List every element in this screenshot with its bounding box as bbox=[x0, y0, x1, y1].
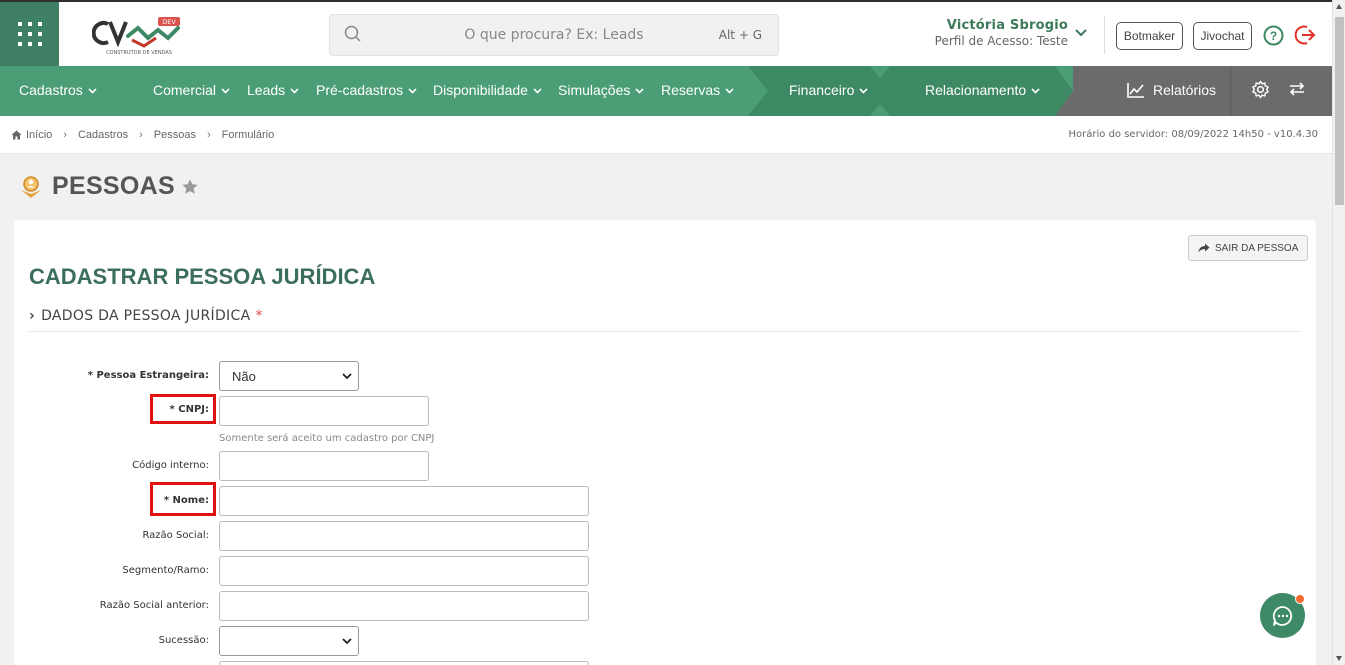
required-marker: * bbox=[255, 308, 263, 324]
company-name-label: Razão Social: bbox=[142, 530, 209, 541]
top-header: DEV CONSTRUTOR DE VENDAS O que procura? … bbox=[0, 0, 1332, 66]
nav-cadastros[interactable]: Cadastros bbox=[19, 82, 97, 98]
succession-label: Sucessão: bbox=[158, 635, 209, 646]
segment-label: Segmento/Ramo: bbox=[122, 565, 209, 576]
logout-icon[interactable] bbox=[1294, 24, 1316, 46]
chart-line-icon bbox=[1127, 83, 1144, 98]
people-module-icon bbox=[21, 175, 41, 198]
star-icon[interactable] bbox=[181, 178, 199, 196]
chevron-down-icon bbox=[1031, 87, 1040, 94]
chevron-down-icon bbox=[533, 87, 542, 94]
previous-company-name-input[interactable] bbox=[219, 591, 589, 621]
chevron-down-icon bbox=[408, 87, 417, 94]
chevron-right-icon: › bbox=[29, 308, 36, 324]
share-arrow-icon bbox=[1198, 243, 1210, 253]
botmaker-button[interactable]: Botmaker bbox=[1116, 22, 1183, 50]
nav-disponibilidade[interactable]: Disponibilidade bbox=[433, 82, 542, 98]
breadcrumb-cadastros[interactable]: Cadastros bbox=[78, 129, 128, 141]
nav-relatorios[interactable]: Relatórios bbox=[1127, 82, 1216, 98]
cnpj-hint: Somente será aceito um cadastro por CNPJ bbox=[219, 433, 435, 444]
user-profile: Perfil de Acesso: Teste bbox=[934, 34, 1068, 48]
user-menu[interactable]: Victória Sbrogio Perfil de Acesso: Teste bbox=[935, 18, 1068, 48]
segment-input[interactable] bbox=[219, 556, 589, 586]
internal-code-input[interactable] bbox=[219, 451, 429, 481]
cv-logo[interactable]: DEV CONSTRUTOR DE VENDAS bbox=[92, 14, 186, 56]
chevron-down-icon bbox=[725, 87, 734, 94]
page-title: PESSOAS bbox=[52, 172, 175, 200]
logo-badge: DEV bbox=[162, 18, 176, 26]
scroll-down-arrow[interactable] bbox=[1336, 656, 1342, 661]
breadcrumb-pessoas[interactable]: Pessoas bbox=[154, 129, 196, 141]
name-input[interactable] bbox=[219, 486, 589, 516]
user-name: Victória Sbrogio bbox=[946, 18, 1068, 33]
chevron-down-icon bbox=[221, 87, 230, 94]
gear-icon[interactable] bbox=[1251, 80, 1270, 99]
chevron-down-icon[interactable] bbox=[1075, 29, 1087, 37]
foreigner-select-value: Não bbox=[232, 368, 256, 384]
scroll-up-arrow[interactable] bbox=[1336, 4, 1342, 9]
page-scrollbar[interactable] bbox=[1332, 0, 1345, 665]
card-title: CADASTRAR PESSOA JURÍDICA bbox=[29, 264, 376, 289]
jivochat-button[interactable]: Jivochat bbox=[1193, 22, 1252, 50]
divider bbox=[1104, 16, 1105, 54]
swap-arrows-icon[interactable] bbox=[1288, 81, 1306, 97]
nav-comercial[interactable]: Comercial bbox=[153, 82, 230, 98]
cnpj-label: * CNPJ: bbox=[169, 404, 209, 415]
internal-code-label: Código interno: bbox=[132, 460, 209, 471]
foreigner-label: * Pessoa Estrangeira: bbox=[87, 370, 209, 381]
nav-relacionamento[interactable]: Relacionamento bbox=[925, 82, 1040, 98]
breadcrumb-inicio[interactable]: Início bbox=[26, 129, 52, 141]
svg-text:?: ? bbox=[1270, 29, 1277, 43]
cnpj-input[interactable] bbox=[219, 396, 429, 426]
search-placeholder: O que procura? Ex: Leads bbox=[464, 27, 644, 43]
scroll-thumb[interactable] bbox=[1335, 17, 1344, 205]
main-nav: Cadastros Comercial Leads Pré-cadastros … bbox=[0, 66, 1332, 116]
nav-reservas[interactable]: Reservas bbox=[661, 82, 734, 98]
next-field-input[interactable] bbox=[219, 661, 589, 665]
chevron-down-icon bbox=[88, 87, 97, 94]
chevron-down-icon bbox=[635, 87, 644, 94]
succession-select[interactable] bbox=[219, 626, 359, 656]
breadcrumb: Início › Cadastros › Pessoas › Formulári… bbox=[0, 116, 1332, 154]
notification-dot bbox=[1295, 594, 1305, 604]
chevron-down-icon bbox=[859, 87, 868, 94]
chevron-right-icon: › bbox=[139, 129, 143, 141]
chevron-right-icon: › bbox=[206, 129, 211, 141]
section-header[interactable]: › DADOS DA PESSOA JURÍDICA * bbox=[29, 308, 1301, 332]
search-shortcut: Alt + G bbox=[718, 28, 762, 42]
chevron-down-icon bbox=[342, 637, 352, 644]
exit-person-button[interactable]: SAIR DA PESSOA bbox=[1188, 235, 1309, 261]
chevron-right-icon: › bbox=[63, 129, 67, 141]
chevron-down-icon bbox=[290, 87, 299, 94]
foreigner-select[interactable]: Não bbox=[219, 361, 359, 391]
logo-tagline: CONSTRUTOR DE VENDAS bbox=[106, 50, 172, 56]
server-time: Horário do servidor: 08/09/2022 14h50 - … bbox=[1068, 129, 1318, 140]
nav-financeiro[interactable]: Financeiro bbox=[789, 82, 868, 98]
global-search[interactable]: O que procura? Ex: Leads Alt + G bbox=[329, 14, 779, 56]
help-icon[interactable]: ? bbox=[1263, 25, 1284, 46]
nav-pre-cadastros[interactable]: Pré-cadastros bbox=[316, 82, 417, 98]
chevron-down-icon bbox=[342, 372, 352, 379]
company-name-input[interactable] bbox=[219, 521, 589, 551]
nav-leads[interactable]: Leads bbox=[247, 82, 299, 98]
chat-bubble-icon bbox=[1272, 605, 1292, 626]
section-title: DADOS DA PESSOA JURÍDICA bbox=[41, 308, 251, 324]
form-card: SAIR DA PESSOA CADASTRAR PESSOA JURÍDICA… bbox=[14, 220, 1316, 665]
page-header: PESSOAS bbox=[18, 172, 199, 201]
apps-menu-button[interactable] bbox=[0, 2, 59, 66]
home-icon[interactable] bbox=[11, 130, 22, 140]
grid-icon bbox=[17, 22, 42, 46]
name-label: * Nome: bbox=[163, 495, 209, 506]
previous-company-name-label: Razão Social anterior: bbox=[99, 600, 209, 611]
breadcrumb-formulario: Formulário bbox=[221, 129, 275, 141]
nav-simulacoes[interactable]: Simulações bbox=[558, 82, 644, 98]
